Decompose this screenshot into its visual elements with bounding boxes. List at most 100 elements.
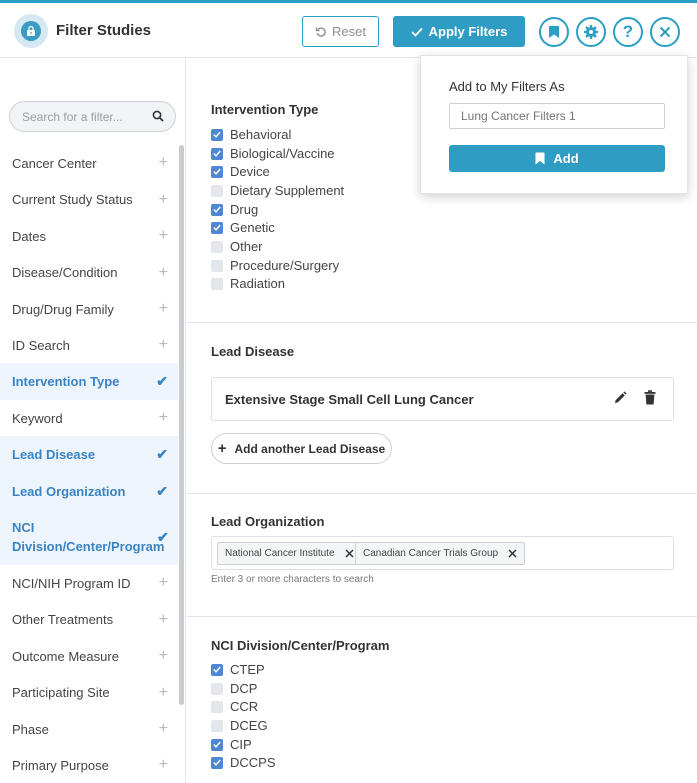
sidebar-item-id-search[interactable]: ID Search + <box>0 327 178 363</box>
checkbox-box[interactable] <box>211 277 223 290</box>
add-lead-disease-label: Add another Lead Disease <box>234 441 386 456</box>
settings-button[interactable] <box>576 17 606 47</box>
sidebar-item-drug-family[interactable]: Drug/Drug Family + <box>0 291 178 327</box>
checkbox-dietary-supplement[interactable]: Dietary Supplement <box>211 183 344 198</box>
checkbox-box[interactable] <box>211 147 223 160</box>
org-tag: National Cancer Institute <box>217 542 362 565</box>
checkbox-genetic[interactable]: Genetic <box>211 220 275 235</box>
check-icon <box>213 150 221 157</box>
sidebar-item-nci-nih-program-id[interactable]: NCI/NIH Program ID + <box>0 565 178 601</box>
sidebar-item-label: Cancer Center <box>12 155 97 171</box>
checkmark-icon: ✔ <box>156 446 168 462</box>
checkbox-box[interactable] <box>211 203 223 216</box>
checkbox-box[interactable] <box>211 738 223 751</box>
trash-icon[interactable] <box>644 390 656 405</box>
close-button[interactable] <box>650 17 680 47</box>
sidebar-item-nci-division[interactable]: NCI Division/Center/Program ✔ <box>0 509 178 565</box>
checkbox-biological-vaccine[interactable]: Biological/Vaccine <box>211 146 335 161</box>
reset-button[interactable]: Reset <box>302 16 379 47</box>
checkbox-ctep[interactable]: CTEP <box>211 662 265 677</box>
apply-filters-label: Apply Filters <box>428 24 508 39</box>
sidebar-item-lead-disease[interactable]: Lead Disease ✔ <box>0 436 178 473</box>
sidebar-item-disease-condition[interactable]: Disease/Condition + <box>0 254 178 291</box>
checkbox-box[interactable] <box>211 719 223 732</box>
help-button[interactable]: ? <box>613 17 643 47</box>
sidebar-item-label: Outcome Measure <box>12 648 119 664</box>
checkbox-label: Drug <box>230 202 259 217</box>
intervention-type-title: Intervention Type <box>211 102 319 117</box>
add-filter-button[interactable]: Add <box>449 145 665 172</box>
check-icon <box>213 741 221 748</box>
checkmark-icon: ✔ <box>157 528 169 545</box>
check-icon <box>213 224 221 231</box>
search-placeholder: Search for a filter... <box>22 110 123 124</box>
check-icon <box>213 206 221 213</box>
filter-name-input[interactable] <box>449 103 665 129</box>
bookmark-button[interactable] <box>539 17 569 47</box>
checkbox-behavioral[interactable]: Behavioral <box>211 127 291 142</box>
org-tag-label: National Cancer Institute <box>225 548 335 559</box>
sidebar-item-other-treatments[interactable]: Other Treatments + <box>0 601 178 638</box>
checkbox-box[interactable] <box>211 221 223 234</box>
checkbox-dccps[interactable]: DCCPS <box>211 755 276 770</box>
checkbox-label: CCR <box>230 699 259 714</box>
sidebar-item-label: Current Study Status <box>12 192 133 207</box>
section-divider <box>187 493 697 494</box>
sidebar-item-outcome-measure[interactable]: Outcome Measure + <box>0 638 178 674</box>
checkbox-box[interactable] <box>211 240 223 253</box>
sidebar-item-primary-purpose[interactable]: Primary Purpose + <box>0 747 178 783</box>
lead-disease-value: Extensive Stage Small Cell Lung Cancer <box>225 392 474 407</box>
checkbox-box[interactable] <box>211 682 223 695</box>
sidebar-scrollbar[interactable] <box>179 145 184 705</box>
page-title: Filter Studies <box>56 22 152 39</box>
checkbox-label: Procedure/Surgery <box>230 258 340 273</box>
close-icon[interactable] <box>508 549 517 558</box>
sidebar-item-current-study-status[interactable]: Current Study Status + <box>0 181 178 218</box>
header: Filter Studies Reset Apply Filters ? <box>0 3 697 58</box>
checkbox-dcp[interactable]: DCP <box>211 681 257 696</box>
checkbox-box[interactable] <box>211 165 223 178</box>
edit-icon[interactable] <box>613 391 627 405</box>
checkbox-dceg[interactable]: DCEG <box>211 718 268 733</box>
checkbox-drug[interactable]: Drug <box>211 202 258 217</box>
filter-sidebar: Search for a filter... Cancer Center + C… <box>0 58 186 783</box>
sidebar-item-label: Lead Organization <box>12 483 126 499</box>
add-filter-label: Add <box>553 151 579 166</box>
checkbox-box[interactable] <box>211 756 223 769</box>
sidebar-item-intervention-type[interactable]: Intervention Type ✔ <box>0 363 178 400</box>
lead-organization-input[interactable]: National Cancer Institute Canadian Cance… <box>211 536 674 570</box>
sidebar-item-dates[interactable]: Dates + <box>0 218 178 254</box>
checkbox-device[interactable]: Device <box>211 164 270 179</box>
checkbox-label: CIP <box>230 737 252 752</box>
sidebar-item-phase[interactable]: Phase + <box>0 711 178 747</box>
checkbox-cip[interactable]: CIP <box>211 737 252 752</box>
sidebar-item-label: Disease/Condition <box>12 265 118 280</box>
checkbox-label: Genetic <box>230 220 275 235</box>
plus-icon: + <box>158 756 168 773</box>
checkmark-icon: ✔ <box>156 373 168 389</box>
lead-disease-title: Lead Disease <box>211 344 295 359</box>
sidebar-item-lead-organization[interactable]: Lead Organization ✔ <box>0 473 178 509</box>
apply-filters-button[interactable]: Apply Filters <box>393 16 525 47</box>
checkbox-procedure-surgery[interactable]: Procedure/Surgery <box>211 258 339 273</box>
checkbox-other[interactable]: Other <box>211 239 263 254</box>
plus-icon: + <box>158 610 168 628</box>
checkbox-radiation[interactable]: Radiation <box>211 276 285 291</box>
checkbox-box[interactable] <box>211 128 223 141</box>
sidebar-item-cancer-center[interactable]: Cancer Center + <box>0 145 178 181</box>
checkbox-box[interactable] <box>211 259 223 272</box>
sidebar-item-label: Phase <box>12 721 49 737</box>
add-lead-disease-button[interactable]: + Add another Lead Disease <box>211 433 392 464</box>
plus-icon: + <box>158 574 168 591</box>
checkbox-box[interactable] <box>211 663 223 676</box>
checkbox-box[interactable] <box>211 184 223 197</box>
checkbox-box[interactable] <box>211 700 223 713</box>
sidebar-item-participating-site[interactable]: Participating Site + <box>0 674 178 711</box>
sidebar-item-keyword[interactable]: Keyword + <box>0 400 178 436</box>
plus-icon: + <box>158 336 168 353</box>
close-icon[interactable] <box>344 549 354 558</box>
section-divider <box>187 322 697 323</box>
filter-search-input[interactable]: Search for a filter... <box>9 101 176 132</box>
checkbox-ccr[interactable]: CCR <box>211 699 258 714</box>
lead-disease-card: Extensive Stage Small Cell Lung Cancer <box>211 377 674 421</box>
